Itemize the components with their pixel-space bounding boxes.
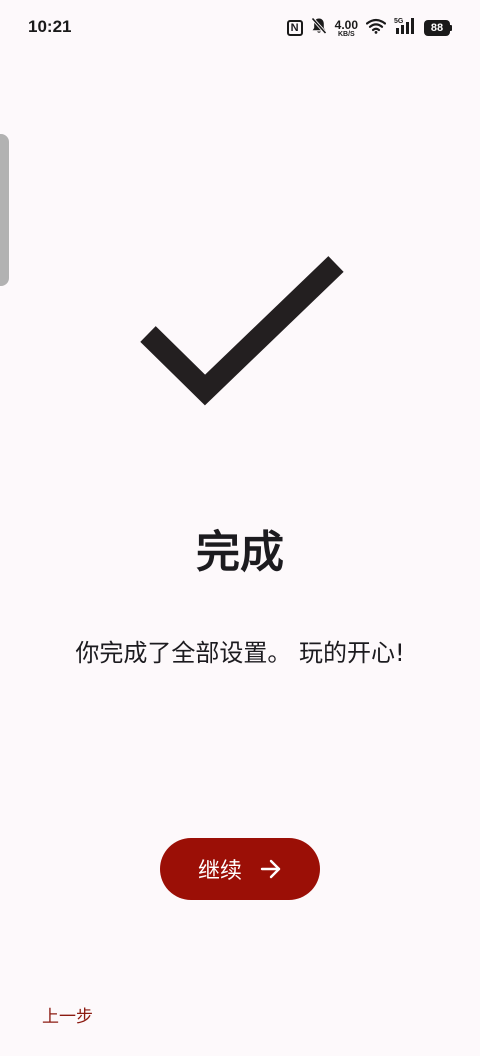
bell-off-icon: [310, 17, 327, 39]
network-speed-unit: KB/S: [337, 30, 355, 38]
nfc-icon: N: [286, 20, 303, 36]
status-time: 10:21: [28, 17, 72, 36]
wifi-icon: [365, 18, 387, 38]
network-speed-value: 4.00: [334, 17, 358, 32]
network-speed: 4.00 KB/S: [335, 19, 358, 38]
edge-panel-handle[interactable]: [0, 134, 9, 286]
signal-icon: 5G: [394, 17, 416, 39]
arrow-right-icon: [260, 859, 282, 879]
page-title: 完成: [196, 527, 284, 578]
status-bar: 10:21 N 4.00 KB/S 5G 88: [0, 0, 480, 56]
continue-button-label: 继续: [197, 859, 242, 884]
back-button[interactable]: 上一步: [42, 1002, 93, 1027]
battery-level: 88: [424, 20, 450, 36]
battery-tip: [450, 25, 452, 31]
checkmark-icon: [140, 256, 344, 406]
completion-message: 你完成了全部设置。 玩的开心!: [75, 639, 405, 667]
battery-icon: 88: [424, 20, 452, 36]
cell-network-label: 5G: [394, 18, 404, 25]
status-icons: N 4.00 KB/S 5G 88: [286, 16, 452, 40]
continue-button[interactable]: 继续: [160, 838, 320, 900]
